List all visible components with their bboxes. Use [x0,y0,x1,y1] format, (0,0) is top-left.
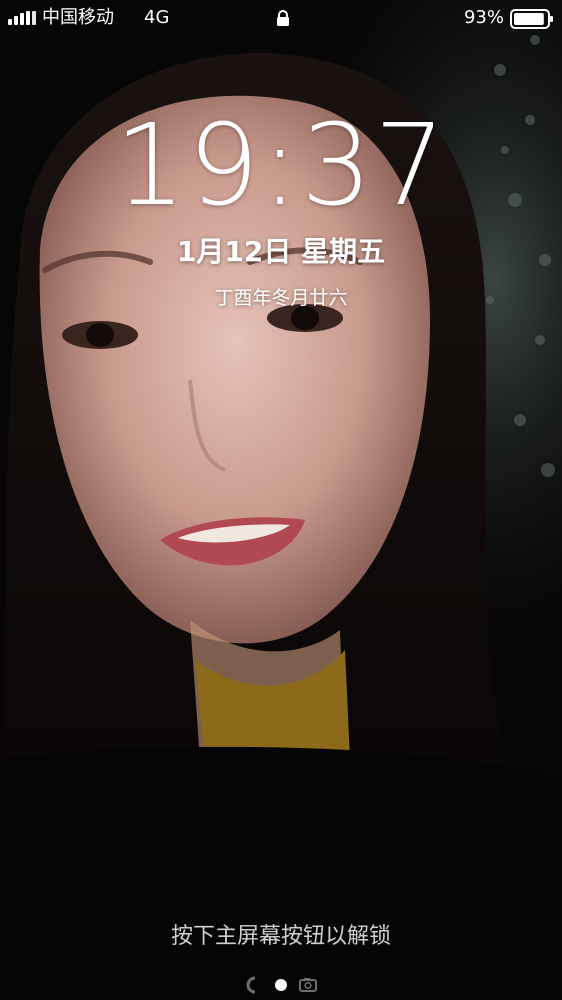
network-type: 4G [144,7,170,28]
lock-icon [277,10,289,26]
lock-screen: 中国移动 4G 93% 19:37 1月12日 星期五 丁酉年冬月廿六 按下主屏… [0,0,562,1000]
battery-percentage: 93% [463,7,504,28]
unlock-hint: 按下主屏幕按钮以解锁 [170,924,391,949]
page-dot-left-partial[interactable] [246,976,256,994]
page-indicator[interactable] [241,975,321,995]
signal-icon [8,11,36,25]
carrier-name: 中国移动 [42,7,114,28]
page-dot-active[interactable] [275,979,287,991]
status-bar: 中国移动 4G 93% [0,0,562,36]
camera-icon[interactable] [299,978,317,992]
battery-icon [510,9,553,29]
lock-screen-date: 1月12日 星期五 [176,235,386,268]
lunar-date: 丁酉年冬月廿六 [214,287,348,309]
lock-screen-time: 19:37 [114,101,448,231]
